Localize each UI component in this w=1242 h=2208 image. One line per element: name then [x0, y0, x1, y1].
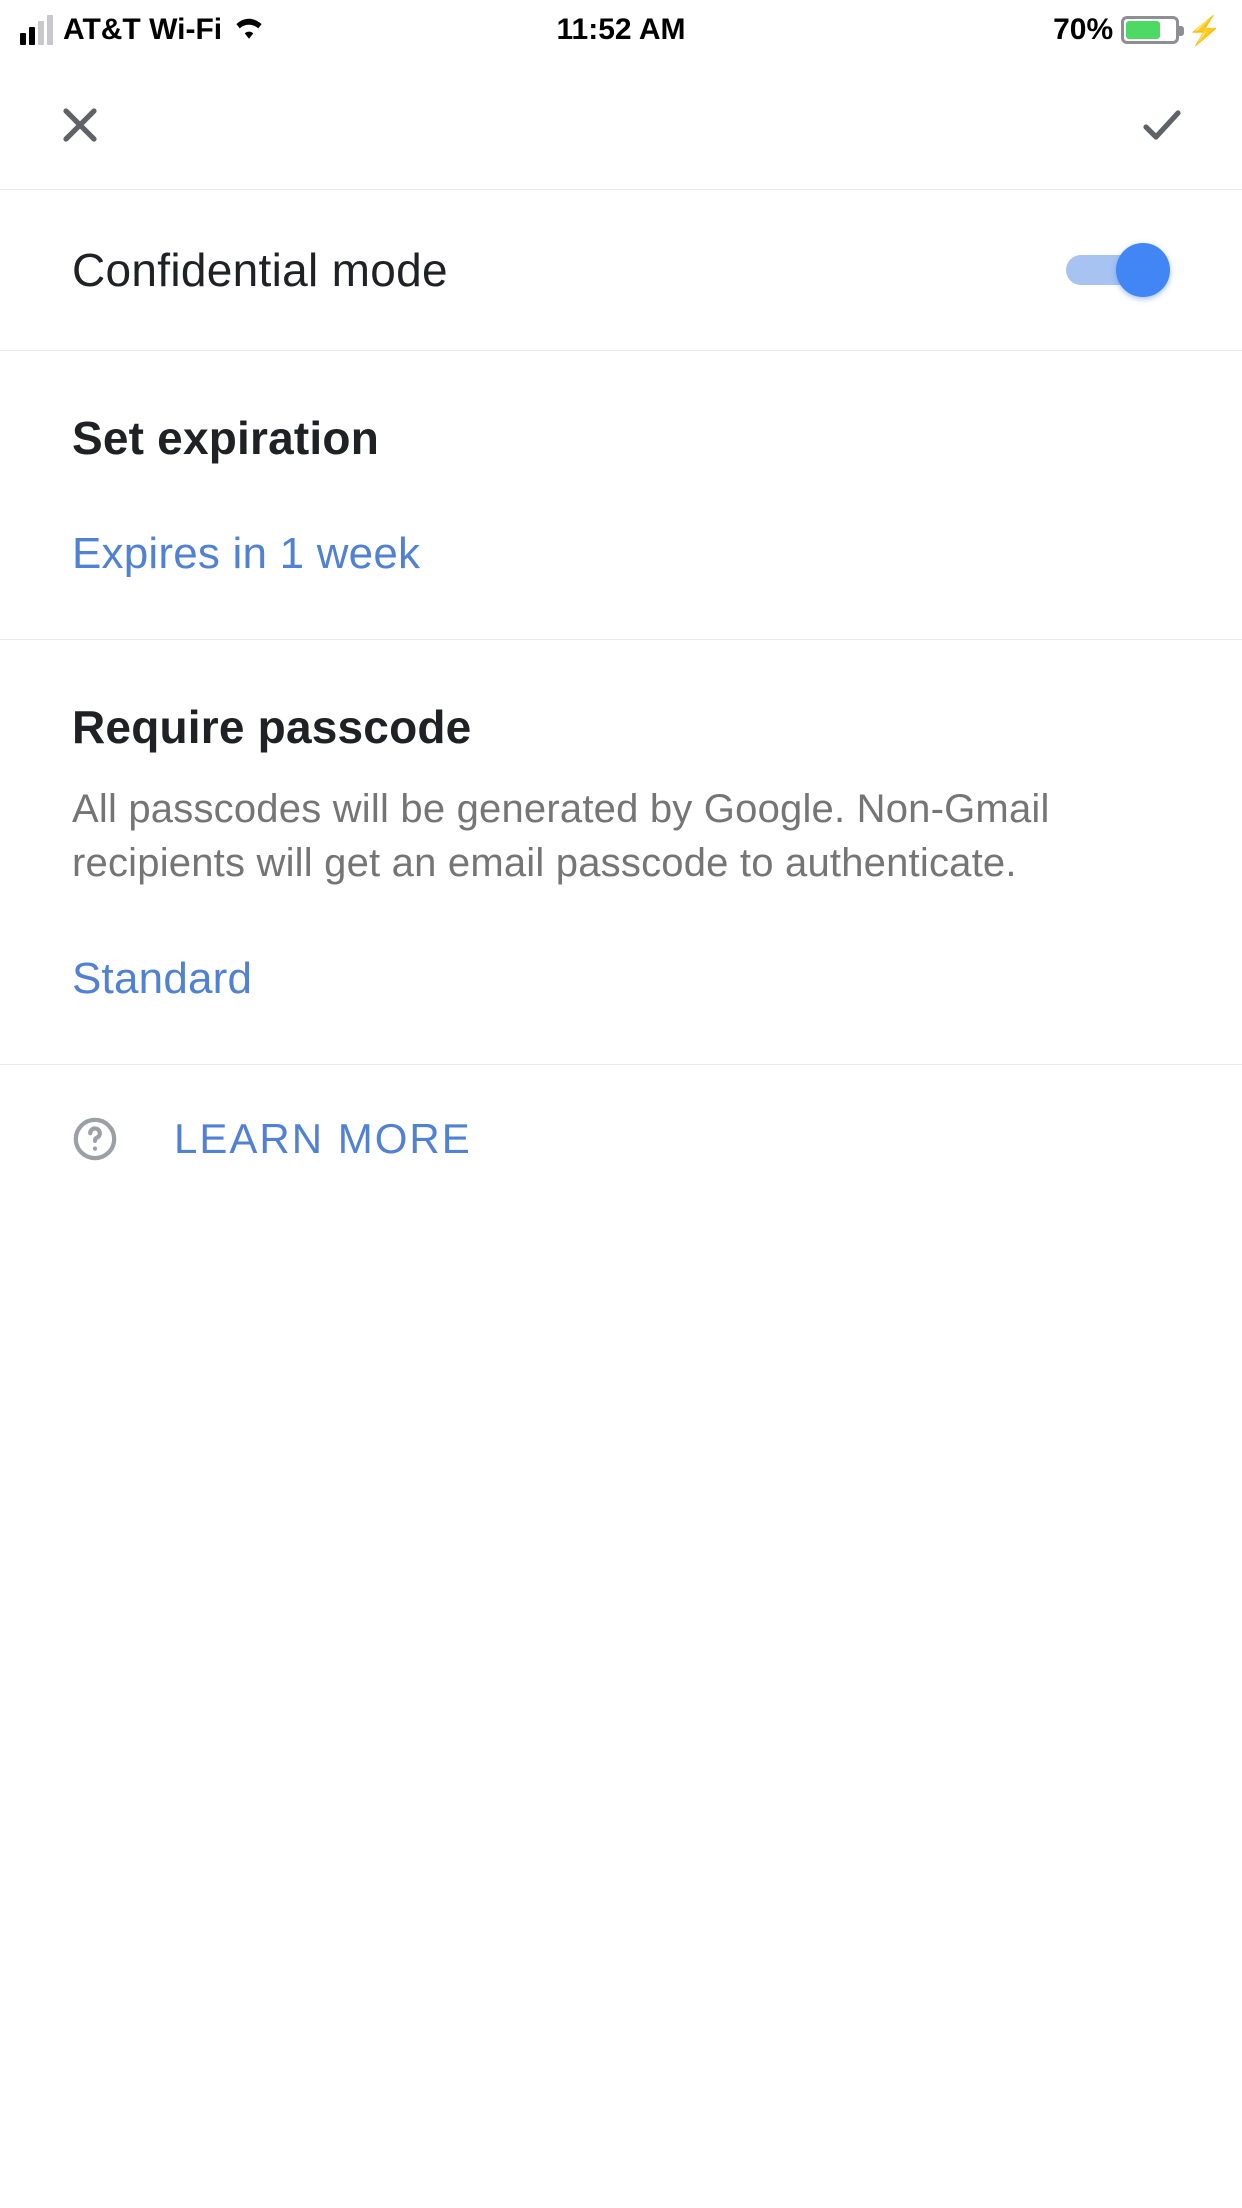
charging-icon: ⚡ — [1187, 14, 1222, 47]
passcode-value[interactable]: Standard — [72, 890, 1170, 1064]
close-icon[interactable] — [56, 101, 104, 149]
require-passcode-heading: Require passcode — [72, 640, 1170, 754]
battery-percentage: 70% — [1053, 13, 1113, 47]
learn-more-link[interactable]: LEARN MORE — [174, 1115, 472, 1163]
carrier-label: AT&T Wi-Fi — [63, 13, 222, 47]
require-passcode-description: All passcodes will be generated by Googl… — [72, 754, 1132, 890]
status-left: AT&T Wi-Fi — [20, 13, 266, 47]
require-passcode-section: Require passcode All passcodes will be g… — [0, 640, 1242, 1065]
help-icon — [72, 1116, 118, 1162]
status-time: 11:52 AM — [557, 13, 686, 47]
status-bar: AT&T Wi-Fi 11:52 AM 70% ⚡ — [0, 0, 1242, 60]
confirm-checkmark-icon[interactable] — [1138, 101, 1186, 149]
battery-icon — [1121, 16, 1179, 44]
expiration-value[interactable]: Expires in 1 week — [72, 465, 1170, 639]
confidential-mode-toggle[interactable] — [1060, 239, 1170, 301]
learn-more-row: LEARN MORE — [0, 1065, 1242, 1213]
nav-bar — [0, 60, 1242, 190]
confidential-mode-label: Confidential mode — [72, 243, 448, 297]
signal-icon — [20, 15, 53, 45]
set-expiration-heading: Set expiration — [72, 351, 1170, 465]
wifi-icon — [232, 13, 266, 47]
set-expiration-section: Set expiration Expires in 1 week — [0, 351, 1242, 640]
confidential-mode-row: Confidential mode — [0, 190, 1242, 351]
status-right: 70% ⚡ — [1053, 13, 1222, 47]
